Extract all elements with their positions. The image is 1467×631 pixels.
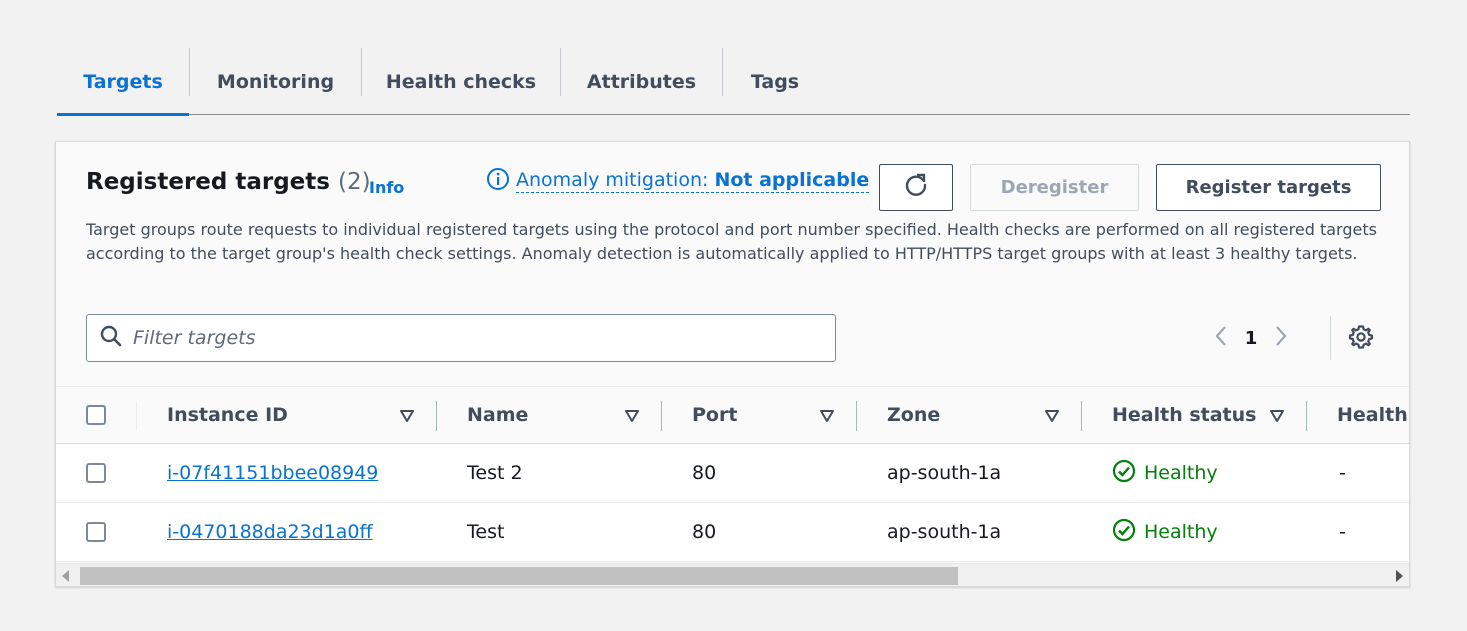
chevron-right-icon bbox=[1273, 324, 1289, 352]
column-divider[interactable] bbox=[1081, 401, 1082, 431]
instance-id-link[interactable]: i-0470188da23d1a0ff bbox=[167, 503, 373, 561]
target-count: (2) bbox=[337, 169, 371, 195]
table-settings-button[interactable] bbox=[1346, 324, 1376, 354]
registered-targets-panel: Registered targets (2) Info Anomaly miti… bbox=[55, 141, 1410, 587]
anomaly-label-text: Anomaly mitigation: bbox=[516, 169, 709, 191]
refresh-button[interactable] bbox=[879, 164, 953, 211]
anomaly-status-value: Not applicable bbox=[714, 169, 870, 191]
scroll-left-arrow-icon[interactable] bbox=[62, 570, 69, 582]
previous-page-button[interactable] bbox=[1206, 322, 1236, 354]
target-port: 80 bbox=[692, 521, 717, 543]
row-checkbox[interactable] bbox=[86, 463, 106, 483]
table-row: i-0470188da23d1a0ff Test 80 ap-south-1a … bbox=[56, 503, 1409, 562]
panel-description: Target groups route requests to individu… bbox=[86, 220, 1377, 263]
target-port: 80 bbox=[692, 462, 717, 484]
column-header-health-status-details[interactable]: Health s bbox=[1337, 387, 1409, 443]
column-header-name[interactable]: Name bbox=[467, 387, 528, 443]
pagination: 1 bbox=[1206, 322, 1296, 354]
filter-targets-field[interactable] bbox=[86, 314, 836, 362]
scrollbar-thumb[interactable] bbox=[80, 567, 958, 585]
instance-id-link[interactable]: i-07f41151bbee08949 bbox=[167, 444, 378, 502]
column-header-zone[interactable]: Zone bbox=[887, 387, 940, 443]
row-checkbox[interactable] bbox=[86, 522, 106, 542]
next-page-button[interactable] bbox=[1266, 322, 1296, 354]
refresh-icon bbox=[903, 172, 929, 203]
tab-attributes[interactable]: Attributes bbox=[561, 48, 722, 115]
table-row: i-07f41151bbee08949 Test 2 80 ap-south-1… bbox=[56, 444, 1409, 503]
column-header-instance-id[interactable]: Instance ID bbox=[167, 387, 288, 443]
info-icon bbox=[486, 167, 510, 195]
anomaly-mitigation-link[interactable]: Anomaly mitigation: Not applicable bbox=[486, 167, 870, 195]
panel-title-text: Registered targets bbox=[86, 169, 330, 195]
health-status-text: Healthy bbox=[1144, 462, 1218, 484]
sort-down-icon[interactable] bbox=[1269, 408, 1285, 424]
health-status-details: - bbox=[1339, 462, 1346, 484]
column-divider[interactable] bbox=[856, 401, 857, 431]
gear-icon bbox=[1348, 324, 1374, 354]
targets-table: Instance ID Name Port Zone Health status… bbox=[56, 386, 1409, 562]
column-divider[interactable] bbox=[436, 401, 437, 431]
tab-health-checks[interactable]: Health checks bbox=[362, 48, 560, 115]
anomaly-mitigation-label: Anomaly mitigation: Not applicable bbox=[516, 169, 870, 193]
current-page-number[interactable]: 1 bbox=[1236, 328, 1266, 349]
tab-bar: Targets Monitoring Health checks Attribu… bbox=[57, 48, 1410, 116]
status-positive-icon bbox=[1112, 518, 1136, 547]
row-select-cell bbox=[86, 444, 106, 502]
target-zone: ap-south-1a bbox=[887, 521, 1002, 543]
column-header-health-status[interactable]: Health status bbox=[1112, 387, 1256, 443]
health-status: Healthy bbox=[1112, 444, 1218, 502]
column-divider[interactable] bbox=[661, 401, 662, 431]
tab-tags[interactable]: Tags bbox=[723, 48, 827, 115]
sort-down-icon[interactable] bbox=[399, 408, 415, 424]
select-all-checkbox[interactable] bbox=[86, 405, 106, 425]
select-all-cell bbox=[86, 387, 106, 443]
health-status-text: Healthy bbox=[1144, 521, 1218, 543]
register-targets-button[interactable]: Register targets bbox=[1156, 164, 1381, 211]
info-link[interactable]: Info bbox=[369, 178, 404, 197]
panel-title: Registered targets (2) bbox=[86, 169, 371, 195]
filter-targets-input[interactable] bbox=[133, 327, 813, 349]
column-divider[interactable] bbox=[1306, 401, 1307, 431]
column-header-port[interactable]: Port bbox=[692, 387, 737, 443]
health-status-details: - bbox=[1339, 521, 1346, 543]
table-header-row: Instance ID Name Port Zone Health status… bbox=[56, 386, 1409, 444]
horizontal-scrollbar[interactable] bbox=[56, 563, 1409, 586]
target-zone: ap-south-1a bbox=[887, 462, 1002, 484]
health-status: Healthy bbox=[1112, 503, 1218, 561]
status-positive-icon bbox=[1112, 459, 1136, 488]
pagination-divider bbox=[1330, 316, 1331, 360]
target-name: Test bbox=[467, 521, 505, 543]
sort-down-icon[interactable] bbox=[819, 408, 835, 424]
search-icon bbox=[99, 324, 123, 352]
scroll-right-arrow-icon[interactable] bbox=[1396, 570, 1403, 582]
tab-targets[interactable]: Targets bbox=[57, 48, 189, 116]
row-select-cell bbox=[86, 503, 106, 561]
sort-down-icon[interactable] bbox=[624, 408, 640, 424]
column-divider bbox=[136, 401, 137, 431]
tab-monitoring[interactable]: Monitoring bbox=[190, 48, 361, 115]
deregister-button[interactable]: Deregister bbox=[970, 164, 1139, 211]
chevron-left-icon bbox=[1213, 324, 1229, 352]
target-name: Test 2 bbox=[467, 462, 523, 484]
sort-down-icon[interactable] bbox=[1044, 408, 1060, 424]
